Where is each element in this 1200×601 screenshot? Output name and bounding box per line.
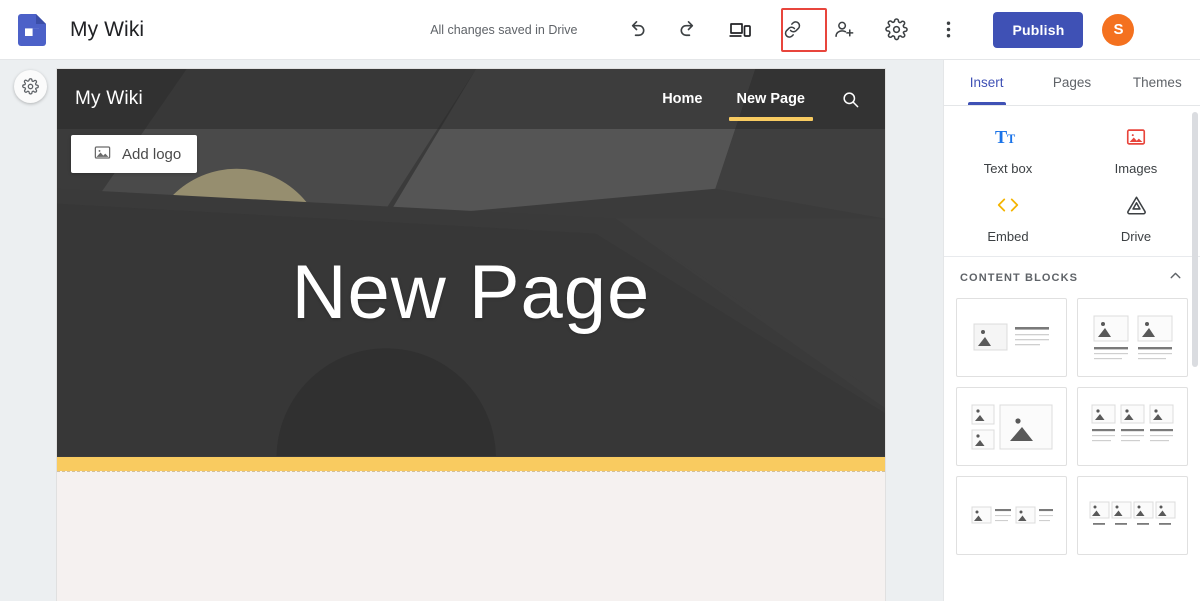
add-logo-label: Add logo [122, 146, 181, 163]
tab-themes[interactable]: Themes [1115, 60, 1200, 105]
google-drive-icon [1125, 190, 1148, 220]
insert-text-box-label: Text box [984, 161, 1032, 176]
editor-workspace: My Wiki Home New Page [0, 60, 943, 601]
insert-items-grid: T T Text box Images [944, 106, 1200, 256]
accent-divider-band [57, 457, 885, 471]
content-block-two-small-images-one-large[interactable] [956, 387, 1067, 466]
images-icon [1125, 122, 1147, 152]
insert-embed-button[interactable]: Embed [944, 190, 1072, 244]
content-block-two-image-text-pairs[interactable] [956, 476, 1067, 555]
save-status-text: All changes saved in Drive [430, 23, 577, 37]
user-avatar[interactable]: S [1102, 14, 1134, 46]
content-blocks-section-header[interactable]: CONTENT BLOCKS [944, 256, 1200, 298]
nav-item-home[interactable]: Home [656, 69, 708, 129]
insert-images-label: Images [1115, 161, 1158, 176]
publish-button[interactable]: Publish [993, 12, 1083, 48]
image-icon [93, 143, 112, 166]
undo-button[interactable] [615, 9, 657, 51]
google-sites-logo-icon[interactable] [18, 14, 46, 46]
settings-gear-button[interactable] [875, 9, 917, 51]
chevron-up-icon[interactable] [1167, 267, 1184, 289]
text-box-icon: T T [995, 122, 1021, 152]
page-settings-gear-button[interactable] [14, 70, 47, 103]
banner-page-title[interactable]: New Page [57, 255, 885, 331]
preview-button[interactable] [719, 9, 761, 51]
share-add-person-button[interactable] [823, 9, 865, 51]
add-logo-button[interactable]: Add logo [71, 135, 197, 173]
insert-drive-label: Drive [1121, 229, 1151, 244]
toolbar-icon-group: Publish S [615, 9, 1134, 51]
insert-images-button[interactable]: Images [1072, 122, 1200, 176]
insert-side-panel: Insert Pages Themes T T Text box [943, 60, 1200, 601]
content-block-three-column-images-text[interactable] [1077, 387, 1188, 466]
tab-insert[interactable]: Insert [944, 60, 1029, 105]
content-block-image-left-text-right[interactable] [956, 298, 1067, 377]
site-canvas: My Wiki Home New Page [56, 68, 886, 601]
nav-links: Home New Page [656, 69, 885, 129]
svg-text:T: T [1007, 132, 1015, 146]
insert-text-box-button[interactable]: T T Text box [944, 122, 1072, 176]
redo-button[interactable] [667, 9, 709, 51]
section-dashed-separator [57, 471, 885, 472]
site-navigation-bar: My Wiki Home New Page [57, 69, 885, 129]
panel-scrollbar-thumb[interactable] [1192, 112, 1198, 367]
content-block-four-images-captions[interactable] [1077, 476, 1188, 555]
panel-scroll-region: T T Text box Images [944, 106, 1200, 601]
site-banner[interactable]: My Wiki Home New Page [57, 69, 885, 457]
copy-link-button[interactable] [771, 9, 813, 51]
content-blocks-grid [944, 298, 1200, 567]
svg-text:T: T [995, 127, 1007, 147]
page-content-area[interactable] [57, 472, 885, 601]
page-title[interactable]: My Wiki [70, 18, 144, 42]
content-blocks-title: CONTENT BLOCKS [960, 272, 1078, 284]
search-icon[interactable] [833, 82, 867, 116]
site-name[interactable]: My Wiki [75, 88, 143, 110]
panel-tab-bar: Insert Pages Themes [944, 60, 1200, 106]
app-toolbar: My Wiki All changes saved in Drive [0, 0, 1200, 60]
embed-code-icon [995, 190, 1021, 220]
insert-drive-button[interactable]: Drive [1072, 190, 1200, 244]
insert-embed-label: Embed [987, 229, 1028, 244]
nav-item-new-page[interactable]: New Page [731, 69, 812, 129]
content-block-two-images-with-captions[interactable] [1077, 298, 1188, 377]
more-options-button[interactable] [927, 9, 969, 51]
tab-pages[interactable]: Pages [1029, 60, 1114, 105]
